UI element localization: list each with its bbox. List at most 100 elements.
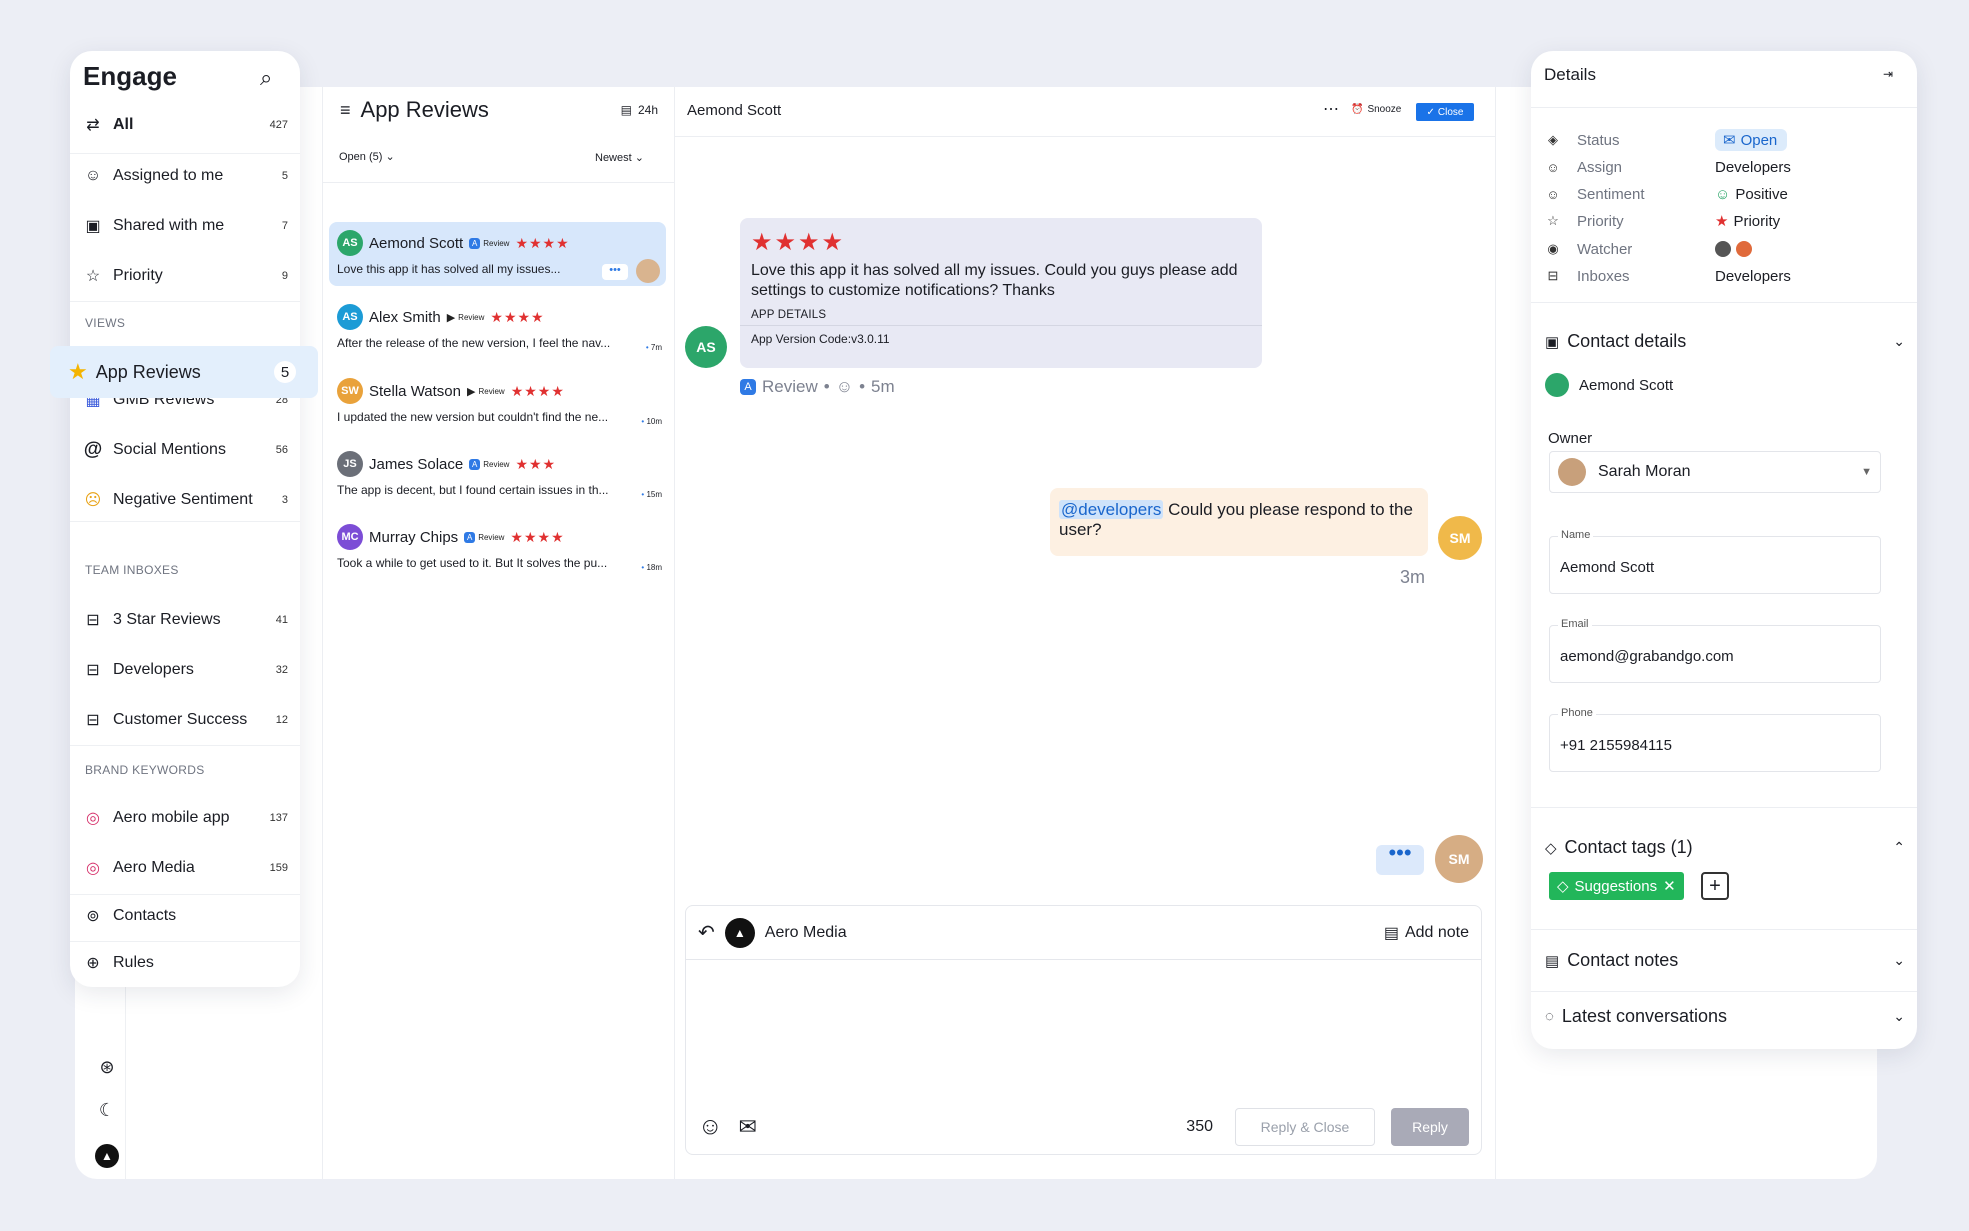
separator: • [859,377,866,396]
source-badge: A Review [469,458,509,470]
contact-tag[interactable]: ◇ Suggestions ✕ [1549,872,1684,900]
app-details-title: APP DETAILS [751,309,827,321]
nav-item-count: 9 [281,270,288,282]
char-count: 350 [1186,1117,1213,1135]
latest-conversations-header[interactable]: ◌ Latest conversations ⌄ [1545,1006,1905,1027]
field-label: Phone [1558,707,1596,719]
field-label: Name [1558,529,1594,541]
tag-icon: ◇ [1557,878,1569,895]
template-icon[interactable]: ✉ [739,1114,757,1140]
nav-item-social-mentions[interactable]: @ Social Mentions 56 [83,435,288,465]
emoji-icon[interactable]: ☺ [698,1113,723,1141]
nav-item-count: 56 [275,444,288,456]
rating-stars: ★★★★ [515,234,570,251]
snooze-button[interactable]: ⏰ Snooze [1351,104,1401,115]
review-item[interactable]: AS Aemond Scott A Review ★★★★ Love this a… [329,222,666,286]
add-note-button[interactable]: ▤ Add note [1384,923,1469,943]
nav-item-label: 3 Star Reviews [113,611,221,628]
nav-item-priority[interactable]: ☆ Priority 9 [83,261,288,291]
add-tag-button[interactable]: + [1701,872,1729,900]
reply-button[interactable]: Reply [1391,1107,1469,1146]
review-item[interactable]: SW Stella Watson ▶ Review ★★★★ I updated … [329,370,666,434]
nav-item-developers[interactable]: ⊟ Developers 32 [83,655,288,685]
contact-tags-header[interactable]: ◇ Contact tags (1) ⌃ [1545,837,1905,858]
inbox-icon: ⊟ [86,712,100,729]
contact-details-header[interactable]: ▣ Contact details ⌄ [1545,331,1905,352]
watcher-avatars[interactable] [1715,241,1752,257]
review-item[interactable]: AS Alex Smith ▶ Review ★★★★ After the rel… [329,296,666,360]
nav-item-3-star-reviews[interactable]: ⊟ 3 Star Reviews 41 [83,605,288,635]
assignee-value[interactable]: Developers [1715,159,1791,176]
detail-label: Sentiment [1577,185,1645,203]
search-icon[interactable]: ⌕ [260,65,272,91]
review-time: 7m [646,343,662,352]
review-item[interactable]: JS James Solace A Review ★★★ The app is d… [329,443,666,507]
source-badge: A Review [464,531,504,543]
nav-item-aero-media[interactable]: ◎ Aero Media 159 [83,853,288,883]
reply-textarea[interactable] [686,960,1481,1090]
smiley-icon: ☺ [835,377,854,396]
mention-tag[interactable]: @developers [1059,500,1164,519]
collapse-panel-icon[interactable]: ⇥ [1883,67,1893,81]
time-range-button[interactable]: ▤ 24h [621,103,658,117]
status-filter[interactable]: Open (5) ⌄ [339,150,395,163]
menu-icon[interactable]: ≡ [340,100,351,121]
megaphone-icon: ◈ [1548,132,1558,147]
sentiment-value[interactable]: ☺ Positive [1715,186,1788,203]
star-icon: ★ [1715,213,1729,230]
section-brand-keywords: BRAND KEYWORDS [85,763,205,777]
conversation-icon: ◌ [1545,1008,1554,1025]
section-title: Contact tags (1) [1564,837,1693,857]
detail-label: Watcher [1577,240,1633,258]
email-field[interactable]: Email aemond@grabandgo.com [1549,618,1881,683]
owner-select[interactable]: Sarah Moran ▼ [1549,451,1881,493]
reply-and-close-button[interactable]: Reply & Close [1235,1107,1375,1146]
column-divider [1495,87,1496,1179]
nav-item-count: 137 [269,812,288,824]
nav-item-customer-success[interactable]: ⊟ Customer Success 12 [83,705,288,735]
time-range-label: 24h [637,103,658,117]
globe-icon[interactable]: ⊛ [95,1055,119,1079]
nav-item-negative-sentiment[interactable]: ☹ Negative Sentiment 3 [83,485,288,515]
star-icon: ☆ [85,268,101,285]
section-team-inboxes: TEAM INBOXES [85,563,179,577]
divider [1531,929,1917,930]
reviewer-name: Stella Watson [369,382,461,400]
nav-item-app-reviews[interactable]: ★ App Reviews 5 [50,346,318,398]
divider [1531,991,1917,992]
reply-icon[interactable]: ↶ [698,920,715,945]
account-avatar[interactable]: ▲ [724,917,755,948]
nav-item-shared[interactable]: ▣ Shared with me 7 [83,211,288,241]
instagram-icon: ◎ [86,860,100,877]
user-avatar-icon[interactable]: ▲ [95,1144,119,1168]
nav-item-assigned[interactable]: ☺ Assigned to me 5 [83,161,288,191]
phone-field[interactable]: Phone +91 2155984115 [1549,707,1881,772]
sort-dropdown[interactable]: Newest ⌄ [595,151,644,164]
more-options-icon[interactable]: ⋯ [1323,99,1339,119]
message-time: 3m [1400,567,1426,587]
dark-mode-icon[interactable]: ☾ [95,1098,119,1122]
review-item[interactable]: MC Murray Chips A Review ★★★★ Took a whil… [329,516,666,580]
section-views: VIEWS [85,316,126,330]
status-badge[interactable]: ✉ Open [1715,129,1788,151]
contact-notes-header[interactable]: ▤ Contact notes ⌄ [1545,950,1905,971]
nav-item-all[interactable]: ⇄ All 427 [83,110,288,140]
section-title: Latest conversations [1561,1006,1728,1026]
name-field[interactable]: Name Aemond Scott [1549,529,1881,594]
more-options-icon[interactable]: ••• [602,264,628,280]
close-button[interactable]: ✓ Close [1416,103,1474,121]
nav-item-rules[interactable]: ⊕ Rules [83,948,288,978]
inbox-value[interactable]: Developers [1715,268,1791,285]
play-store-icon: ▶ [467,385,476,398]
list-title-text: App Reviews [360,97,489,122]
message-source: Review [762,377,818,396]
nav-item-aero-mobile-app[interactable]: ◎ Aero mobile app 137 [83,803,288,833]
review-preview: Took a while to get used to it. But It s… [337,556,608,570]
nav-item-contacts[interactable]: ⊚ Contacts [83,901,288,931]
reviewer-name: Murray Chips [369,528,459,546]
priority-value[interactable]: ★ Priority [1715,212,1780,231]
nav-item-label: Aero mobile app [113,809,230,826]
remove-tag-icon[interactable]: ✕ [1663,877,1676,895]
detail-inboxes: ⊟ Inboxes Developers [1545,265,1905,287]
detail-status: ◈ Status ✉ Open [1545,129,1905,151]
